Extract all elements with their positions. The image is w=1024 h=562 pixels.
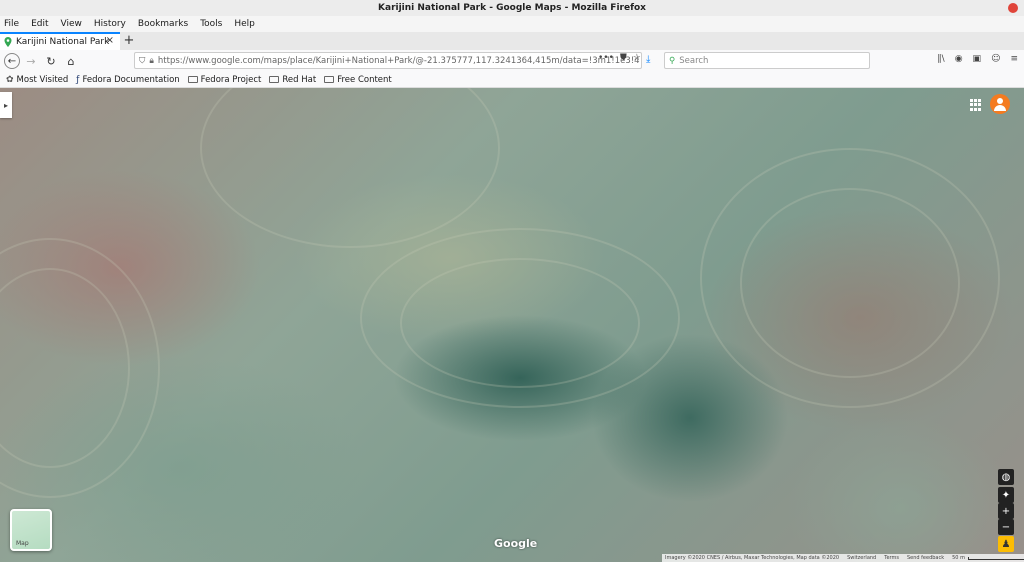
pocket-icon[interactable]: ⛊ bbox=[620, 53, 627, 63]
reload-button[interactable]: ↻ bbox=[42, 52, 60, 70]
window-title-bar: Karijini National Park - Google Maps - M… bbox=[0, 0, 1024, 16]
bookmark-fedora-project[interactable]: Fedora Project bbox=[187, 74, 262, 85]
window-close-button[interactable] bbox=[1008, 3, 1018, 13]
sidebar-icon[interactable]: ▣ bbox=[973, 54, 982, 64]
satellite-map-canvas[interactable] bbox=[0, 88, 1024, 562]
scale-bar[interactable]: 50 m bbox=[952, 555, 1024, 561]
navigation-toolbar: ← → ↻ ⌂ ⛉ 🔒︎ https://www.google.com/maps… bbox=[0, 50, 1024, 72]
bookmarks-toolbar: ✿ Most Visited ƒ Fedora Documentation Fe… bbox=[0, 72, 1024, 88]
menu-file[interactable]: File bbox=[4, 19, 19, 29]
bookmark-label: Fedora Project bbox=[200, 74, 262, 85]
zoom-in-button[interactable]: + bbox=[998, 503, 1014, 519]
bookmark-star-icon[interactable]: ☆ bbox=[633, 53, 641, 63]
menu-help[interactable]: Help bbox=[234, 19, 255, 29]
zoom-out-button[interactable]: − bbox=[998, 519, 1014, 535]
menu-history[interactable]: History bbox=[94, 19, 126, 29]
menu-bookmarks[interactable]: Bookmarks bbox=[138, 19, 188, 29]
bookmark-red-hat[interactable]: Red Hat bbox=[269, 75, 316, 85]
terrain-contour bbox=[400, 258, 640, 388]
terrain-contour bbox=[740, 188, 960, 378]
url-bar[interactable]: ⛉ 🔒︎ https://www.google.com/maps/place/K… bbox=[134, 52, 642, 69]
toolbar-right: ∥\ ◉ ▣ ☺ ≡ bbox=[937, 54, 1018, 64]
page-actions-icon[interactable]: ••• bbox=[598, 53, 614, 63]
menu-edit[interactable]: Edit bbox=[31, 19, 48, 29]
hamburger-menu-icon[interactable]: ≡ bbox=[1010, 54, 1018, 64]
account-icon[interactable]: ◉ bbox=[955, 54, 963, 64]
bookmark-fedora-documentation[interactable]: ƒ Fedora Documentation bbox=[76, 75, 179, 85]
compass-icon[interactable]: ✦ bbox=[998, 487, 1014, 503]
search-icon: ⚲ bbox=[669, 55, 676, 66]
search-placeholder: Search bbox=[679, 55, 709, 66]
terrain-contour bbox=[200, 88, 500, 248]
library-icon[interactable]: ∥\ bbox=[937, 54, 945, 64]
maps-pin-icon bbox=[4, 37, 12, 47]
map-attribution-bar: Imagery ©2020 CNES / Airbus, Maxar Techn… bbox=[662, 554, 1024, 562]
gear-icon: ✿ bbox=[6, 74, 14, 85]
window-title: Karijini National Park - Google Maps - M… bbox=[378, 3, 646, 13]
bookmark-label: Red Hat bbox=[282, 74, 317, 85]
folder-icon bbox=[187, 76, 198, 83]
download-icon[interactable]: ⤓ bbox=[646, 54, 650, 65]
tab-karijini[interactable]: Karijini National Park × bbox=[0, 32, 120, 50]
scale-label: 50 m bbox=[952, 555, 965, 561]
fedora-icon: ƒ bbox=[76, 74, 80, 85]
map-type-toggle[interactable]: Map bbox=[10, 509, 52, 551]
side-panel-toggle[interactable]: ▸ bbox=[0, 92, 12, 118]
google-apps-icon[interactable] bbox=[970, 99, 982, 111]
shield-icon: ⛉ bbox=[139, 55, 146, 66]
folder-icon bbox=[269, 76, 280, 83]
pegman-icon[interactable]: ♟ bbox=[998, 536, 1014, 552]
imagery-attribution: Imagery ©2020 CNES / Airbus, Maxar Techn… bbox=[665, 555, 840, 561]
globe-view-icon[interactable]: ◍ bbox=[998, 469, 1014, 485]
scale-line bbox=[967, 556, 1024, 560]
menu-view[interactable]: View bbox=[61, 19, 82, 29]
terms-link[interactable]: Terms bbox=[884, 555, 899, 561]
new-tab-button[interactable]: + bbox=[120, 32, 138, 50]
back-button[interactable]: ← bbox=[4, 53, 20, 69]
tab-label: Karijini National Park bbox=[16, 37, 110, 47]
url-actions: ••• ⛊ ☆ bbox=[598, 53, 641, 63]
avatar[interactable] bbox=[990, 94, 1010, 114]
profile-icon[interactable]: ☺ bbox=[991, 54, 1000, 64]
menu-bar: File Edit View History Bookmarks Tools H… bbox=[0, 16, 1024, 32]
forward-button[interactable]: → bbox=[22, 52, 40, 70]
folder-icon bbox=[324, 76, 335, 83]
bookmark-label: Fedora Documentation bbox=[82, 74, 180, 85]
tab-close-icon[interactable]: × bbox=[106, 35, 114, 46]
tab-bar: Karijini National Park × + bbox=[0, 32, 1024, 50]
search-input[interactable]: ⚲ Search bbox=[664, 52, 870, 69]
google-logo: Google bbox=[494, 537, 538, 550]
bookmark-label: Most Visited bbox=[16, 74, 69, 85]
country-link[interactable]: Switzerland bbox=[847, 555, 876, 561]
bookmark-most-visited[interactable]: ✿ Most Visited bbox=[6, 75, 68, 85]
send-feedback-link[interactable]: Send feedback bbox=[907, 555, 944, 561]
bookmark-free-content[interactable]: Free Content bbox=[324, 75, 392, 85]
home-button[interactable]: ⌂ bbox=[62, 52, 80, 70]
lock-icon: 🔒︎ bbox=[149, 55, 154, 66]
bookmark-label: Free Content bbox=[337, 74, 392, 85]
url-text: https://www.google.com/maps/place/Kariji… bbox=[157, 55, 640, 66]
map-type-label: Map bbox=[16, 540, 29, 547]
menu-tools[interactable]: Tools bbox=[200, 19, 222, 29]
